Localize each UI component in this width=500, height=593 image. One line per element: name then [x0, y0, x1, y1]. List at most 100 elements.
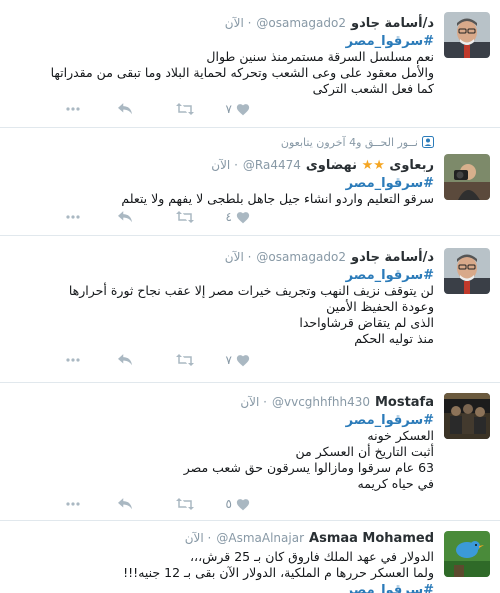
star-icon: ★ — [361, 157, 374, 173]
retweet-icon — [176, 103, 194, 115]
hashtag-link[interactable]: #سرقوا_مصر — [8, 34, 434, 49]
tweet-text-line: أثبت التاريخ أن العسكر من — [295, 444, 434, 459]
tweet[interactable]: Asmaa Mohamed @AsmaAlnajar · الآن الدولا… — [0, 521, 500, 593]
avatar[interactable] — [444, 393, 490, 439]
timestamp-label[interactable]: الآن — [225, 16, 244, 30]
tweet-actions: ٥ — [0, 497, 250, 511]
reply-icon — [118, 103, 132, 115]
reply-icon — [118, 498, 132, 510]
timestamp-label[interactable]: الآن — [225, 250, 244, 264]
author-handle[interactable]: @Ra4474 — [243, 158, 301, 172]
like-count: ٧ — [225, 102, 232, 116]
tweet-text-line: لن يتوقف نزيف النهب وتجريف خيرات مصر إلا… — [68, 283, 434, 298]
tweet-text: العسكر خونه أثبت التاريخ أن العسكر من 63… — [8, 428, 434, 492]
avatar[interactable] — [444, 248, 490, 294]
reply-icon — [118, 354, 132, 366]
tweet-text: الدولار في عهد الملك فاروق كان بـ 25 قرش… — [8, 549, 434, 581]
retweet-button[interactable] — [132, 103, 194, 115]
author-name[interactable]: ربعاوى ★★ نهضاوى — [306, 158, 434, 173]
tweet-actions: ٧ — [0, 102, 250, 116]
tweet-text-line: الذى لم يتقاض قرشاواحدا — [299, 315, 434, 330]
tweet[interactable]: د/أسامة جادو @osamagado2 · الآن #سرقوا_م… — [0, 0, 500, 128]
reply-button[interactable] — [80, 211, 132, 223]
reply-button[interactable] — [80, 354, 132, 366]
author-name[interactable]: Mostafa — [375, 395, 434, 410]
avatar[interactable] — [444, 154, 490, 200]
more-icon — [66, 502, 80, 506]
retweet-button[interactable] — [132, 498, 194, 510]
more-icon — [66, 215, 80, 219]
social-context: نــور الحــق و4 آخرون يتابعون — [8, 134, 434, 150]
tweet-text-line: سرقو التعليم واردو انشاء جيل جاهل بلطجى … — [121, 191, 434, 206]
tweet-text-line: والأمل معقود على وعى الشعب وتحركه لحماية… — [50, 65, 434, 80]
tweet-text-line: نعم مسلسل السرقة مستمرمنذ سنين طوال — [206, 49, 434, 64]
heart-icon — [236, 354, 250, 366]
author-name-second: نهضاوى — [305, 157, 358, 173]
like-count: ٧ — [225, 353, 232, 367]
avatar[interactable] — [444, 12, 490, 58]
tweet[interactable]: نــور الحــق و4 آخرون يتابعون ربعاوى ★★ … — [0, 128, 500, 236]
tweet-text-line: كما فعل الشعب التركى — [312, 81, 434, 96]
tweet-text: لن يتوقف نزيف النهب وتجريف خيرات مصر إلا… — [8, 283, 434, 347]
like-count: ٤ — [225, 210, 232, 224]
tweet-actions: ٤ — [0, 210, 250, 224]
tweet[interactable]: د/أسامة جادو @osamagado2 · الآن #سرقوا_م… — [0, 236, 500, 383]
author-handle[interactable]: @osamagado2 — [256, 16, 346, 30]
hashtag-link[interactable]: #سرقوا_مصر — [8, 413, 434, 428]
tweet-text-line: في حياه كريمه — [357, 476, 434, 491]
like-button[interactable]: ٤ — [194, 210, 250, 224]
tweet-actions: ٧ — [0, 353, 250, 367]
heart-icon — [236, 211, 250, 223]
follow-icon — [422, 136, 434, 148]
author-name-first: ربعاوى — [389, 157, 434, 173]
tweet-text-line: ولما العسكر حررها م الملكية، الدولار الآ… — [123, 565, 434, 580]
more-options-button[interactable] — [50, 358, 80, 362]
timestamp: · الآن — [224, 250, 252, 264]
more-options-button[interactable] — [50, 502, 80, 506]
like-button[interactable]: ٥ — [194, 497, 250, 511]
tweet-text-line: منذ توليه الحكم — [354, 331, 434, 346]
timestamp-label[interactable]: الآن — [211, 158, 230, 172]
author-name[interactable]: Asmaa Mohamed — [309, 531, 434, 546]
like-count: ٥ — [225, 497, 232, 511]
hashtag-link[interactable]: #سرقوا_مصر — [8, 176, 434, 191]
social-context-text[interactable]: نــور الحــق و4 آخرون يتابعون — [281, 136, 418, 149]
timestamp: · الآن — [240, 395, 267, 409]
retweet-icon — [176, 211, 194, 223]
author-name[interactable]: د/أسامة جادو — [351, 16, 434, 31]
tweet-feed: د/أسامة جادو @osamagado2 · الآن #سرقوا_م… — [0, 0, 500, 593]
hashtag-link[interactable]: #سرقوا_مصر — [8, 583, 434, 593]
retweet-button[interactable] — [132, 354, 194, 366]
like-button[interactable]: ٧ — [194, 102, 250, 116]
retweet-icon — [176, 498, 194, 510]
timestamp: · الآن — [224, 16, 252, 30]
avatar[interactable] — [444, 531, 490, 577]
more-icon — [66, 107, 80, 111]
reply-icon — [118, 211, 132, 223]
star-icon: ★ — [373, 157, 385, 173]
tweet-text: سرقو التعليم واردو انشاء جيل جاهل بلطجى … — [8, 191, 434, 207]
timestamp-label[interactable]: الآن — [240, 395, 259, 409]
heart-icon — [236, 498, 250, 510]
tweet-text-line: العسكر خونه — [367, 428, 434, 443]
like-button[interactable]: ٧ — [194, 353, 250, 367]
heart-icon — [236, 103, 250, 115]
more-options-button[interactable] — [50, 107, 80, 111]
reply-button[interactable] — [80, 103, 132, 115]
hashtag-link[interactable]: #سرقوا_مصر — [8, 268, 434, 283]
more-icon — [66, 358, 80, 362]
reply-button[interactable] — [80, 498, 132, 510]
author-name[interactable]: د/أسامة جادو — [351, 250, 434, 265]
author-handle[interactable]: @vvcghhfhh430 — [272, 395, 370, 409]
tweet-text-line: 63 عام سرقوا ومازالوا يسرقون حق شعب مصر — [183, 460, 434, 475]
tweet-text: نعم مسلسل السرقة مستمرمنذ سنين طوال والأ… — [8, 49, 434, 97]
tweet[interactable]: Mostafa @vvcghhfhh430 · الآن #سرقوا_مصر … — [0, 383, 500, 521]
timestamp: · الآن — [211, 158, 238, 172]
tweet-text-line: وعودة الحفيظ الأمين — [326, 299, 434, 314]
more-options-button[interactable] — [50, 215, 80, 219]
retweet-button[interactable] — [132, 211, 194, 223]
timestamp-label[interactable]: الآن — [185, 531, 204, 545]
tweet-text-line: الدولار في عهد الملك فاروق كان بـ 25 قرش… — [190, 549, 434, 564]
author-handle[interactable]: @osamagado2 — [256, 250, 346, 264]
author-handle[interactable]: @AsmaAlnajar — [216, 531, 304, 545]
